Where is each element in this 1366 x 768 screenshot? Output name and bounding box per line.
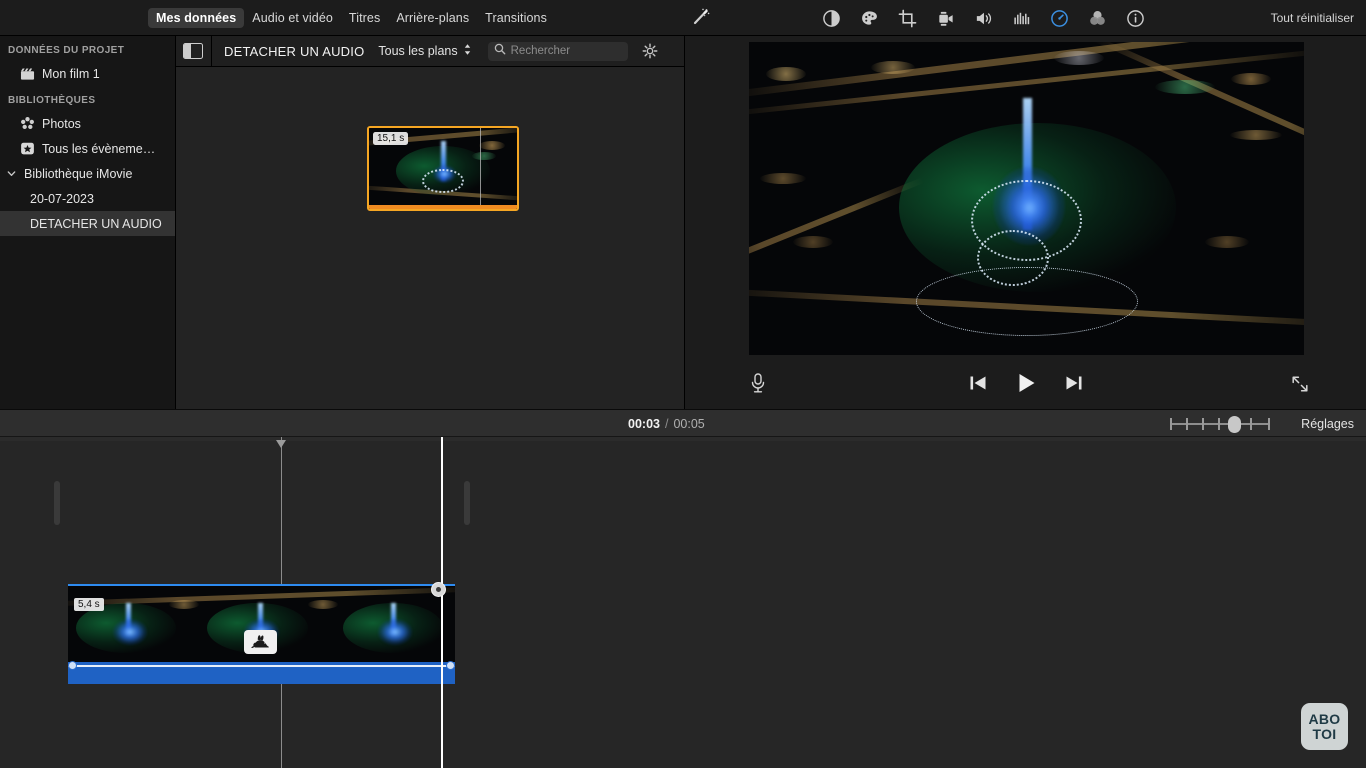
timeline-ruler[interactable]	[0, 437, 1366, 441]
video-preview[interactable]	[749, 42, 1304, 355]
magic-wand-icon[interactable]	[688, 4, 714, 30]
watermark-line-1: ABO	[1308, 710, 1341, 727]
trim-handle-right[interactable]	[464, 481, 470, 525]
equalizer-noise-icon[interactable]	[1010, 7, 1032, 29]
watermark-line-2: TOI	[1312, 725, 1337, 742]
clip-video-track[interactable]: 5,4 s	[68, 584, 455, 662]
stabilization-camera-icon[interactable]	[934, 7, 956, 29]
rabbit-fast-icon[interactable]	[244, 630, 277, 654]
speed-gauge-icon[interactable]	[1048, 7, 1070, 29]
browser-toolbar: DETACHER UN AUDIO Tous les plans	[176, 35, 684, 67]
clip-filter-label: Tous les plans	[378, 44, 458, 58]
timeline-clip[interactable]: 5,4 s	[68, 584, 455, 684]
volume-speaker-icon[interactable]	[972, 7, 994, 29]
toolbar-divider	[211, 35, 212, 67]
volume-level-line[interactable]	[68, 665, 455, 667]
volume-handle-left[interactable]	[68, 660, 77, 670]
clip-audio-track[interactable]	[68, 660, 455, 684]
sidebar-item-detacher-un-audio[interactable]: DETACHER UN AUDIO	[0, 211, 175, 236]
library-sidebar: DONNÉES DU PROJET Mon film 1 BIBLIOTHÈQU…	[0, 36, 176, 409]
play-button[interactable]	[1012, 370, 1040, 396]
trim-handle-left[interactable]	[54, 481, 60, 525]
reset-all-button[interactable]: Tout réinitialiser	[1271, 0, 1354, 36]
sidebar-item-label: Mon film 1	[42, 66, 100, 81]
adjustment-tools	[820, 0, 1146, 36]
search-field[interactable]	[487, 41, 628, 61]
tab-transitions[interactable]: Transitions	[477, 8, 555, 28]
project-media-header: DONNÉES DU PROJET	[8, 45, 125, 56]
star-events-icon	[20, 141, 35, 156]
time-separator: /	[664, 417, 669, 431]
gear-icon[interactable]	[640, 41, 660, 61]
color-balance-icon[interactable]	[820, 7, 842, 29]
photos-flower-icon	[20, 116, 35, 131]
playback-controls	[685, 364, 1366, 404]
clapperboard-icon	[20, 66, 35, 81]
timeline-pane[interactable]: 5,4 s ABO TOI	[0, 437, 1366, 768]
sidebar-item-bibliotheque-imovie[interactable]: Bibliothèque iMovie	[0, 161, 175, 186]
channel-watermark: ABO TOI	[1301, 703, 1348, 750]
current-time: 00:03	[628, 417, 660, 431]
sidebar-item-label: Photos	[42, 116, 81, 131]
crop-icon[interactable]	[896, 7, 918, 29]
transport-buttons	[685, 370, 1366, 396]
chevron-down-icon[interactable]	[4, 166, 19, 181]
slider-track	[1170, 423, 1270, 425]
color-correction-palette-icon[interactable]	[858, 7, 880, 29]
browser-title: DETACHER UN AUDIO	[224, 43, 365, 59]
imovie-window: Mes données Audio et vidéo Titres Arrièr…	[0, 0, 1366, 768]
sidebar-item-label: Bibliothèque iMovie	[24, 166, 133, 181]
info-icon[interactable]	[1124, 7, 1146, 29]
sidebar-item-20-07-2023[interactable]: 20-07-2023	[0, 186, 175, 211]
content-library-tabs: Mes données Audio et vidéo Titres Arrièr…	[148, 0, 555, 36]
timeline-zoom-slider[interactable]	[1170, 416, 1270, 433]
clip-filter-dropdown[interactable]: Tous les plans	[378, 43, 471, 59]
chevron-up-down-icon	[463, 43, 472, 59]
thumbnail-divider	[480, 128, 481, 209]
clip-selection-handle[interactable]	[431, 582, 446, 597]
settings-button[interactable]: Réglages	[1301, 410, 1354, 438]
sidebar-item-mon-film-1[interactable]: Mon film 1	[0, 61, 175, 86]
search-input[interactable]	[510, 45, 622, 57]
sidebar-item-label: Tous les évèneme…	[42, 141, 156, 156]
clip-filter-icon[interactable]	[1086, 7, 1108, 29]
clip-duration-badge: 5,4 s	[74, 598, 104, 611]
volume-handle-right[interactable]	[446, 660, 455, 670]
sidebar-item-photos[interactable]: Photos	[0, 111, 175, 136]
timeline-toolbar: 00:03 / 00:05 Réglages	[0, 409, 1366, 437]
tab-mes-donnees[interactable]: Mes données	[148, 8, 245, 28]
skimmer-head-icon	[276, 440, 286, 448]
preview-artwork	[749, 42, 1304, 355]
tab-audio-et-video[interactable]: Audio et vidéo	[244, 8, 341, 28]
fullscreen-expand-icon[interactable]	[1288, 372, 1312, 396]
clip-used-indicator	[369, 205, 517, 209]
skip-to-end-button[interactable]	[1060, 370, 1088, 396]
sidebar-item-label: DETACHER UN AUDIO	[30, 216, 162, 231]
timecode-display: 00:03 / 00:05	[628, 410, 705, 438]
total-time: 00:05	[673, 417, 705, 431]
clip-duration-badge: 15,1 s	[373, 132, 409, 145]
libraries-header: BIBLIOTHÈQUES	[8, 95, 96, 106]
skip-to-start-button[interactable]	[964, 370, 992, 396]
top-toolbar: Mes données Audio et vidéo Titres Arrièr…	[0, 0, 1366, 36]
sidebar-toggle-icon[interactable]	[183, 43, 203, 59]
playhead[interactable]	[441, 437, 443, 768]
browser-clip-thumbnail[interactable]: 15,1 s	[367, 126, 519, 211]
sidebar-item-tous-les-evenements[interactable]: Tous les évèneme…	[0, 136, 175, 161]
search-icon	[494, 42, 506, 60]
tab-titres[interactable]: Titres	[341, 8, 388, 28]
tab-arriere-plans[interactable]: Arrière-plans	[388, 8, 477, 28]
slider-knob[interactable]	[1228, 416, 1241, 433]
sidebar-item-label: 20-07-2023	[30, 191, 94, 206]
viewer-pane	[684, 36, 1366, 409]
media-browser: DETACHER UN AUDIO Tous les plans Recherc…	[176, 35, 684, 409]
